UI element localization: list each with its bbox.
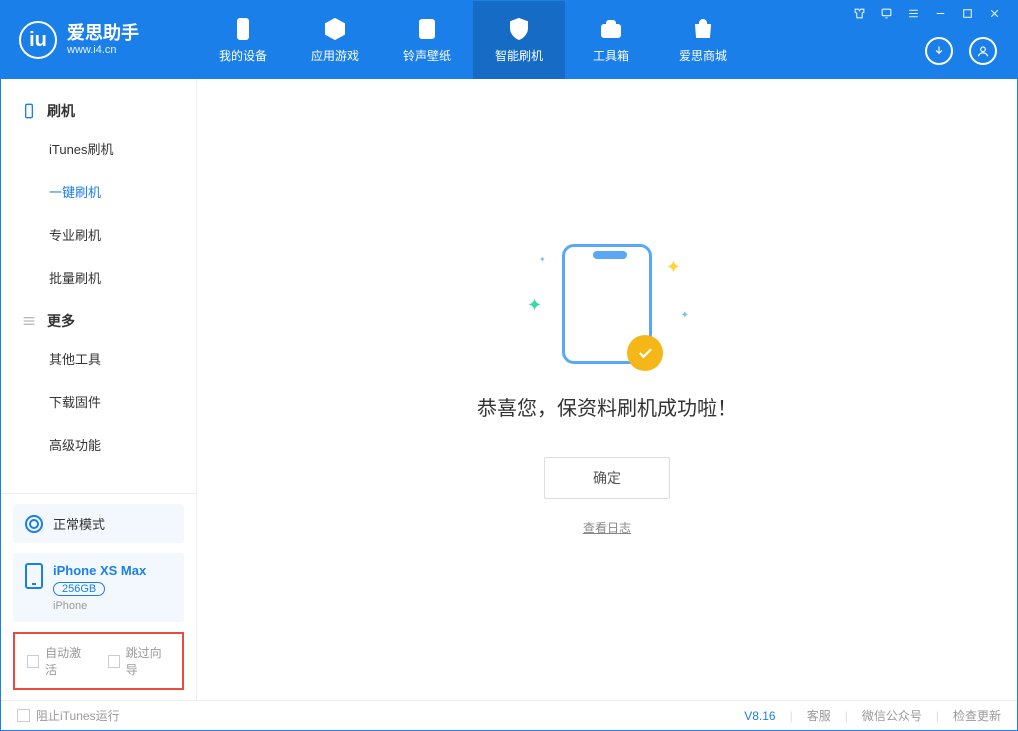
sidebar: 刷机 iTunes刷机 一键刷机 专业刷机 批量刷机 更多 其他工具 下载固件 … [1,79,197,700]
footer-link-service[interactable]: 客服 [807,707,831,724]
checkbox-skip-guide[interactable]: 跳过向导 [108,644,171,678]
cube-icon [323,17,347,41]
mode-label: 正常模式 [53,514,105,533]
sidebar-item-onekey-flash[interactable]: 一键刷机 [1,170,196,213]
logo-icon: iu [19,21,57,59]
menu-icon[interactable] [907,7,920,20]
checkbox-icon [27,655,39,668]
sidebar-section-flash[interactable]: 刷机 [1,89,196,127]
app-subtitle: www.i4.cn [67,44,139,56]
nav-apps-games[interactable]: 应用游戏 [289,1,381,79]
nav-label: 爱思商城 [679,47,727,64]
nav-store[interactable]: 爱思商城 [657,1,749,79]
user-controls [853,37,1005,79]
success-badge [627,335,663,371]
footer-link-update[interactable]: 检查更新 [953,707,1001,724]
list-icon [21,313,37,329]
sidebar-bottom: 正常模式 iPhone XS Max 256GB iPhone 自动激活 跳过向… [1,493,196,700]
maximize-icon[interactable] [961,7,974,20]
download-icon [932,44,946,58]
checkbox-block-itunes[interactable]: 阻止iTunes运行 [17,707,120,724]
section-title: 刷机 [47,101,75,121]
device-info: iPhone XS Max 256GB iPhone [53,563,146,612]
sidebar-section-more[interactable]: 更多 [1,299,196,337]
nav-my-device[interactable]: 我的设备 [197,1,289,79]
app-title: 爱思助手 [67,24,139,44]
window-controls [853,1,1005,20]
footer-right: V8.16 | 客服 | 微信公众号 | 检查更新 [744,707,1001,724]
sidebar-item-other-tools[interactable]: 其他工具 [1,337,196,380]
sparkle-icon: ✦ [527,295,542,316]
phone-illustration: ✦ ✦ ✦ ✦ [562,244,652,364]
device-box[interactable]: iPhone XS Max 256GB iPhone [13,553,184,622]
sidebar-item-pro-flash[interactable]: 专业刷机 [1,213,196,256]
sparkle-icon: ✦ [681,310,689,321]
checkbox-auto-activate[interactable]: 自动激活 [27,644,90,678]
footer-link-wechat[interactable]: 微信公众号 [862,707,922,724]
sidebar-scroll: 刷机 iTunes刷机 一键刷机 专业刷机 批量刷机 更多 其他工具 下载固件 … [1,79,196,493]
close-icon[interactable] [988,7,1001,20]
nav-label: 我的设备 [219,47,267,64]
sparkle-icon: ✦ [539,255,546,264]
divider: | [790,709,793,723]
view-log-link[interactable]: 查看日志 [583,519,631,536]
mode-box[interactable]: 正常模式 [13,504,184,543]
header-right [853,1,1005,79]
sidebar-item-itunes-flash[interactable]: iTunes刷机 [1,127,196,170]
nav-smart-flash[interactable]: 智能刷机 [473,1,565,79]
nav-label: 应用游戏 [311,47,359,64]
phone-icon [21,103,37,119]
nav-toolbox[interactable]: 工具箱 [565,1,657,79]
device-icon [231,17,255,41]
user-icon [976,44,990,58]
body: 刷机 iTunes刷机 一键刷机 专业刷机 批量刷机 更多 其他工具 下载固件 … [1,79,1017,700]
download-button[interactable] [925,37,953,65]
music-file-icon [415,17,439,41]
logo-text: 爱思助手 www.i4.cn [67,24,139,56]
nav-ringtones-wallpapers[interactable]: 铃声壁纸 [381,1,473,79]
device-icon [25,563,43,589]
footer: 阻止iTunes运行 V8.16 | 客服 | 微信公众号 | 检查更新 [1,700,1017,730]
checkbox-icon [108,655,120,668]
sparkle-icon: ✦ [666,257,681,278]
check-icon [636,344,654,362]
logo-area[interactable]: iu 爱思助手 www.i4.cn [1,21,197,59]
device-storage: 256GB [53,582,105,596]
device-type: iPhone [53,600,146,612]
skin-icon[interactable] [853,7,866,20]
checkbox-label: 阻止iTunes运行 [36,707,120,724]
divider: | [845,709,848,723]
nav-label: 铃声壁纸 [403,47,451,64]
version-label: V8.16 [744,709,775,723]
divider: | [936,709,939,723]
sidebar-item-advanced[interactable]: 高级功能 [1,423,196,466]
toolbox-icon [599,17,623,41]
bag-icon [691,17,715,41]
feedback-icon[interactable] [880,7,893,20]
shield-icon [507,17,531,41]
user-button[interactable] [969,37,997,65]
nav-label: 工具箱 [593,47,629,64]
section-title: 更多 [47,311,75,331]
checkbox-label: 跳过向导 [126,644,170,678]
success-message: 恭喜您，保资料刷机成功啦！ [477,392,737,421]
sidebar-item-download-firmware[interactable]: 下载固件 [1,380,196,423]
main-content: ✦ ✦ ✦ ✦ 恭喜您，保资料刷机成功啦！ 确定 查看日志 [197,79,1017,700]
nav-label: 智能刷机 [495,47,543,64]
nav: 我的设备 应用游戏 铃声壁纸 智能刷机 工具箱 爱思商城 [197,1,749,79]
mode-icon [25,515,43,533]
ok-button[interactable]: 确定 [544,457,670,499]
device-name: iPhone XS Max [53,563,146,578]
sidebar-item-batch-flash[interactable]: 批量刷机 [1,256,196,299]
minimize-icon[interactable] [934,7,947,20]
header: iu 爱思助手 www.i4.cn 我的设备 应用游戏 铃声壁纸 智能刷机 工具… [1,1,1017,79]
checkbox-label: 自动激活 [45,644,89,678]
options-highlight-box: 自动激活 跳过向导 [13,632,184,690]
checkbox-icon [17,709,30,722]
